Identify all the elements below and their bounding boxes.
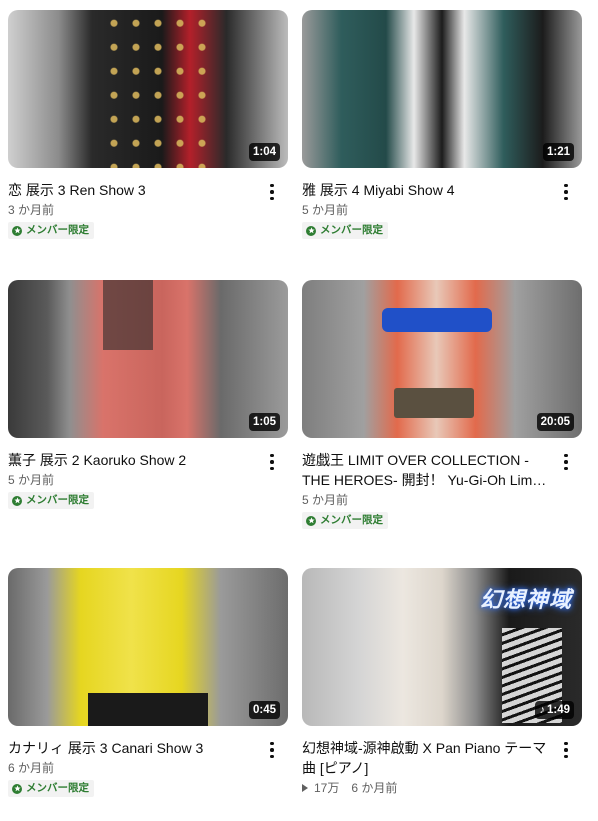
video-age: 5 か月前 (302, 203, 349, 217)
duration-text: 1:49 (546, 704, 570, 716)
members-star-icon (12, 225, 22, 236)
video-title[interactable]: 恋 展示 3 Ren Show 3 (8, 180, 254, 200)
video-card[interactable]: 0:45 カナリィ 展示 3 Canari Show 3 6 か月前 メンバー限… (8, 568, 288, 797)
video-duration: ♪ 1:49 (535, 701, 574, 719)
members-only-badge: メンバー限定 (302, 222, 388, 239)
video-stats: 17万 6 か月前 (302, 779, 548, 797)
members-only-badge: メンバー限定 (8, 780, 94, 797)
thumbnail-overlay-title: 幻想神域 (479, 587, 572, 612)
video-thumbnail[interactable]: 1:21 (302, 10, 582, 168)
play-views-icon (302, 784, 308, 792)
video-card[interactable]: 1:04 恋 展示 3 Ren Show 3 3 か月前 メンバー限定 (8, 10, 288, 239)
members-only-badge: メンバー限定 (8, 222, 94, 239)
video-age: 6 か月前 (8, 761, 55, 775)
more-actions-icon[interactable] (556, 452, 576, 472)
more-actions-icon[interactable] (262, 740, 282, 760)
video-card[interactable]: 1:05 薫子 展示 2 Kaoruko Show 2 5 か月前 メンバー限定 (8, 280, 288, 509)
more-actions-icon[interactable] (262, 452, 282, 472)
video-duration: 1:04 (248, 143, 280, 161)
thumbnail-accent (103, 280, 153, 350)
view-count: 17万 (314, 781, 340, 795)
video-duration: 1:21 (542, 143, 574, 161)
members-only-label: メンバー限定 (320, 514, 383, 526)
thumbnail-accent (103, 10, 213, 168)
video-title[interactable]: 幻想神域-源神啟動 X Pan Piano テーマ曲 [ピアノ] (302, 738, 548, 778)
thumbnail-accent (88, 693, 208, 726)
video-duration: 0:45 (248, 701, 280, 719)
video-duration: 1:05 (248, 413, 280, 431)
members-star-icon (12, 495, 22, 506)
members-only-label: メンバー限定 (26, 782, 89, 794)
video-card[interactable]: 1:21 雅 展示 4 Miyabi Show 4 5 か月前 メンバー限定 (302, 10, 582, 239)
members-only-badge: メンバー限定 (302, 512, 388, 529)
more-actions-icon[interactable] (556, 740, 576, 760)
video-age: 5 か月前 (8, 473, 55, 487)
video-title[interactable]: 遊戯王 LIMIT OVER COLLECTION -THE HEROES- 開… (302, 450, 548, 490)
video-card[interactable]: 20:05 遊戯王 LIMIT OVER COLLECTION -THE HER… (302, 280, 582, 529)
members-star-icon (306, 225, 316, 236)
video-thumbnail[interactable]: 0:45 (8, 568, 288, 726)
video-thumbnail[interactable]: 1:05 (8, 280, 288, 438)
video-duration: 20:05 (536, 413, 574, 431)
video-thumbnail[interactable]: 1:04 (8, 10, 288, 168)
video-title[interactable]: 薫子 展示 2 Kaoruko Show 2 (8, 450, 254, 470)
video-title[interactable]: カナリィ 展示 3 Canari Show 3 (8, 738, 254, 758)
music-note-icon: ♪ (539, 704, 545, 716)
video-age: 5 か月前 (302, 493, 349, 507)
video-age: 6 か月前 (351, 781, 398, 795)
video-thumbnail[interactable]: 幻想神域 ♪ 1:49 (302, 568, 582, 726)
members-only-label: メンバー限定 (26, 224, 89, 236)
video-title[interactable]: 雅 展示 4 Miyabi Show 4 (302, 180, 548, 200)
video-thumbnail[interactable]: 20:05 (302, 280, 582, 438)
members-only-badge: メンバー限定 (8, 492, 94, 509)
members-star-icon (306, 515, 316, 526)
thumbnail-accent (382, 308, 492, 332)
members-star-icon (12, 783, 22, 794)
members-only-label: メンバー限定 (26, 494, 89, 506)
members-only-label: メンバー限定 (320, 224, 383, 236)
video-age: 3 か月前 (8, 203, 55, 217)
thumbnail-accent (394, 388, 474, 418)
more-actions-icon[interactable] (556, 182, 576, 202)
more-actions-icon[interactable] (262, 182, 282, 202)
video-card[interactable]: 幻想神域 ♪ 1:49 幻想神域-源神啟動 X Pan Piano テーマ曲 [… (302, 568, 582, 797)
